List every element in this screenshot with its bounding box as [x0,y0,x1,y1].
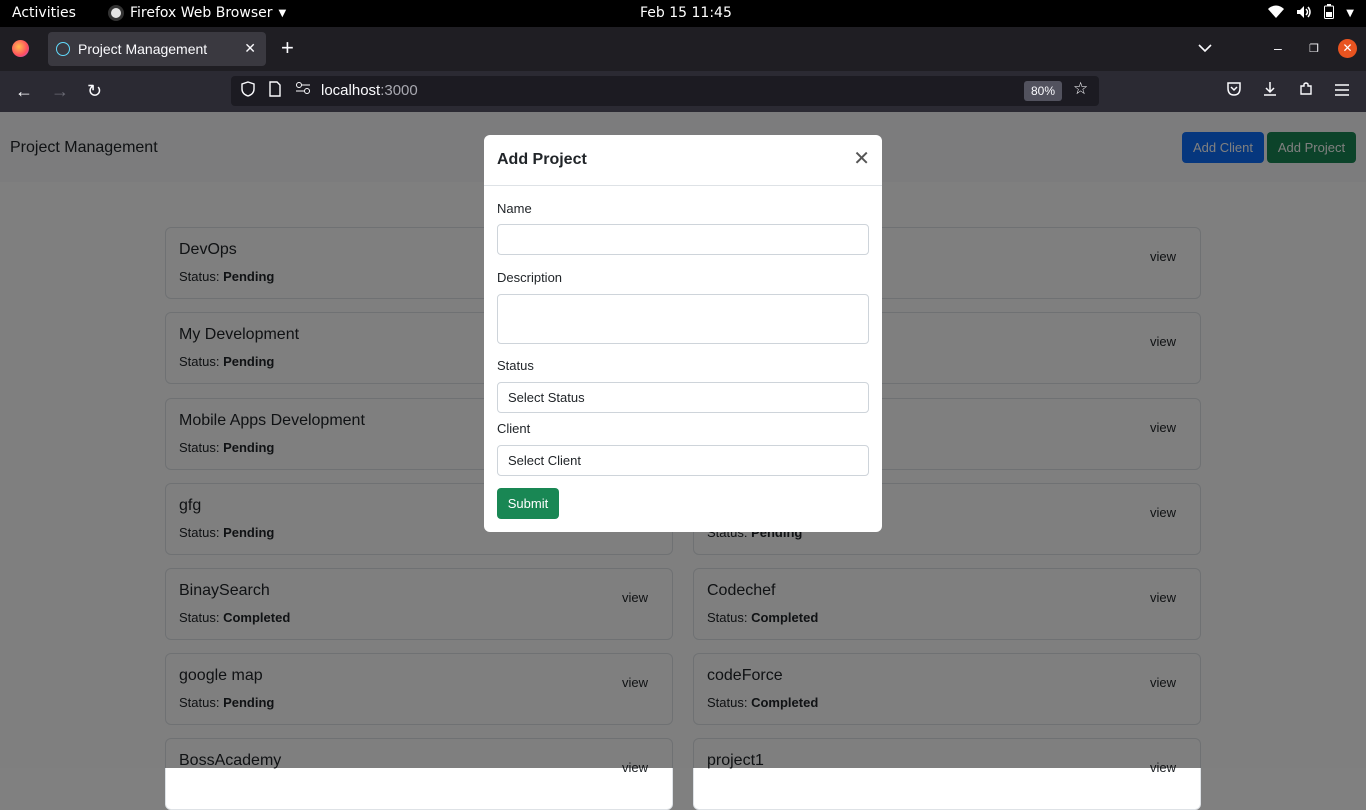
client-label: Client [497,421,531,436]
url-port: :3000 [380,82,418,99]
minimize-icon[interactable]: – [1274,40,1282,56]
activities-button[interactable]: Activities [12,5,76,21]
pocket-icon[interactable] [1226,81,1242,101]
description-label: Description [497,270,563,285]
chevron-down-icon: ▼ [278,7,287,19]
zoom-level-badge[interactable]: 80% [1024,81,1062,101]
app-name: Firefox Web Browser [130,5,273,21]
app-menu[interactable]: Firefox Web Browser ▼ [108,5,286,21]
status-label: Status [497,358,534,373]
url-host: localhost [321,82,381,99]
firefox-icon [108,5,124,21]
restore-icon[interactable]: ❐ [1309,42,1319,55]
clock[interactable]: Feb 15 11:45 [640,5,732,21]
close-icon[interactable]: ✕ [853,149,870,169]
back-arrow-icon[interactable]: ← [15,81,33,101]
downloads-icon[interactable] [1262,81,1278,101]
tab-project-management[interactable]: Project Management ✕ [48,32,266,66]
client-select[interactable]: Select Client [497,445,869,476]
shield-icon[interactable] [241,81,255,101]
forward-arrow-icon[interactable]: → [51,81,69,101]
status-select[interactable]: Select Status [497,382,869,413]
volume-icon [1296,5,1312,23]
battery-icon [1324,4,1335,23]
modal-title: Add Project [497,151,587,168]
window-close-icon[interactable]: ✕ [1338,39,1357,58]
system-tray[interactable]: ▼ [1268,4,1354,23]
wifi-icon [1268,5,1285,23]
react-favicon-icon [56,42,70,56]
firefox-view-icon[interactable] [12,40,29,57]
name-label: Name [497,201,532,216]
close-tab-icon[interactable]: ✕ [244,40,256,57]
bookmark-star-icon[interactable]: ☆ [1073,79,1088,99]
hamburger-menu-icon[interactable] [1334,81,1350,101]
page-icon[interactable] [269,81,281,101]
add-project-modal: Add Project ✕ Name Description Status Se… [484,135,882,532]
new-tab-plus-icon[interactable]: + [281,37,294,59]
reload-icon[interactable]: ↻ [87,81,102,101]
system-top-bar: Activities Firefox Web Browser ▼ Feb 15 … [0,0,1366,27]
url-text[interactable]: localhost:3000 [321,82,418,99]
permissions-icon[interactable] [295,81,311,99]
power-menu-chevron-icon: ▼ [1346,8,1354,19]
browser-nav-bar: ← → ↻ localhost:3000 80% ☆ [0,71,1366,112]
modal-header: Add Project ✕ [484,135,882,186]
name-input[interactable] [497,224,869,255]
list-all-tabs-chevron-icon[interactable] [1198,40,1212,56]
browser-tab-bar: Project Management ✕ + – ❐ [0,27,1366,71]
url-bar[interactable]: localhost:3000 80% ☆ [231,76,1099,106]
extensions-icon[interactable] [1298,81,1314,101]
tab-title: Project Management [78,41,208,57]
description-textarea[interactable] [497,294,869,344]
submit-button[interactable]: Submit [497,488,559,519]
